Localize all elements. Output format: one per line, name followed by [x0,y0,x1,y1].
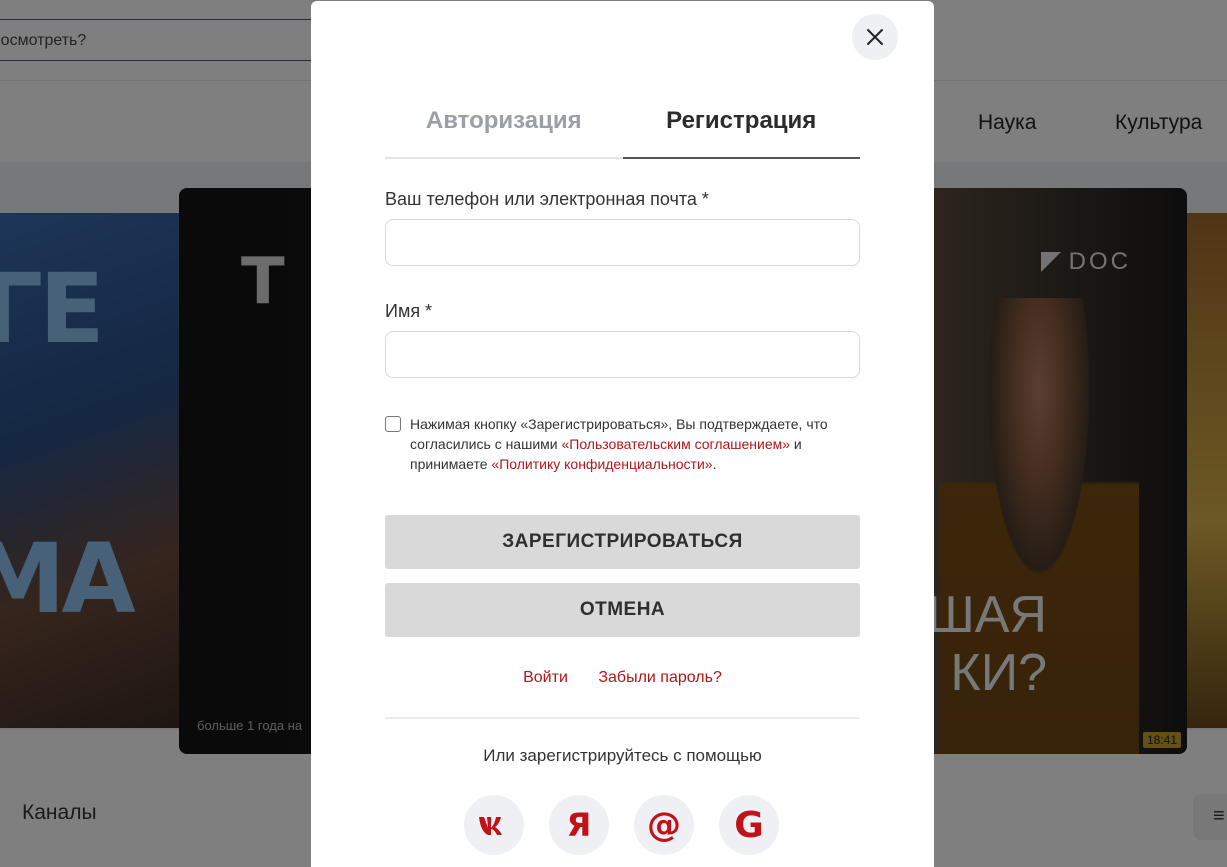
registration-modal: Авторизация Регистрация Ваш телефон или … [311,1,934,867]
tab-login[interactable]: Авторизация [385,97,623,159]
agreement-text: Нажимая кнопку «Зарегистрироваться», Вы … [410,414,865,474]
mailru-icon: @ [647,805,681,845]
tab-register[interactable]: Регистрация [622,97,860,159]
social-divider [385,717,860,719]
contact-field[interactable] [385,219,860,266]
vk-icon [479,817,502,835]
google-icon: G [734,804,764,846]
google-login-button[interactable]: G [719,795,779,855]
contact-field-label: Ваш телефон или электронная почта * [385,189,709,209]
mailru-login-button[interactable]: @ [634,795,694,855]
name-field-label: Имя * [385,301,433,321]
agreement-block: Нажимая кнопку «Зарегистрироваться», Вы … [385,414,865,474]
privacy-policy-link[interactable]: «Политику конфиденциальности» [491,456,712,472]
agreement-text-after: . [712,456,717,472]
user-agreement-link[interactable]: «Пользовательским соглашением» [561,436,790,452]
vk-login-button[interactable] [464,795,524,855]
name-field[interactable] [385,331,860,378]
social-caption: Или зарегистрируйтесь с помощью [483,746,762,765]
cancel-button[interactable]: ОТМЕНА [385,583,860,637]
yandex-login-button[interactable]: Я [549,795,609,855]
yandex-icon: Я [566,806,592,844]
agreement-checkbox[interactable] [385,416,401,432]
login-link[interactable]: Войти [523,669,568,686]
forgot-password-link[interactable]: Забыли пароль? [598,669,722,686]
close-button[interactable] [852,14,898,60]
auth-tabs: Авторизация Регистрация [385,97,860,159]
register-button[interactable]: ЗАРЕГИСТРИРОВАТЬСЯ [385,515,860,569]
close-icon [867,29,883,45]
auth-links: Войти Забыли пароль? [385,669,860,687]
